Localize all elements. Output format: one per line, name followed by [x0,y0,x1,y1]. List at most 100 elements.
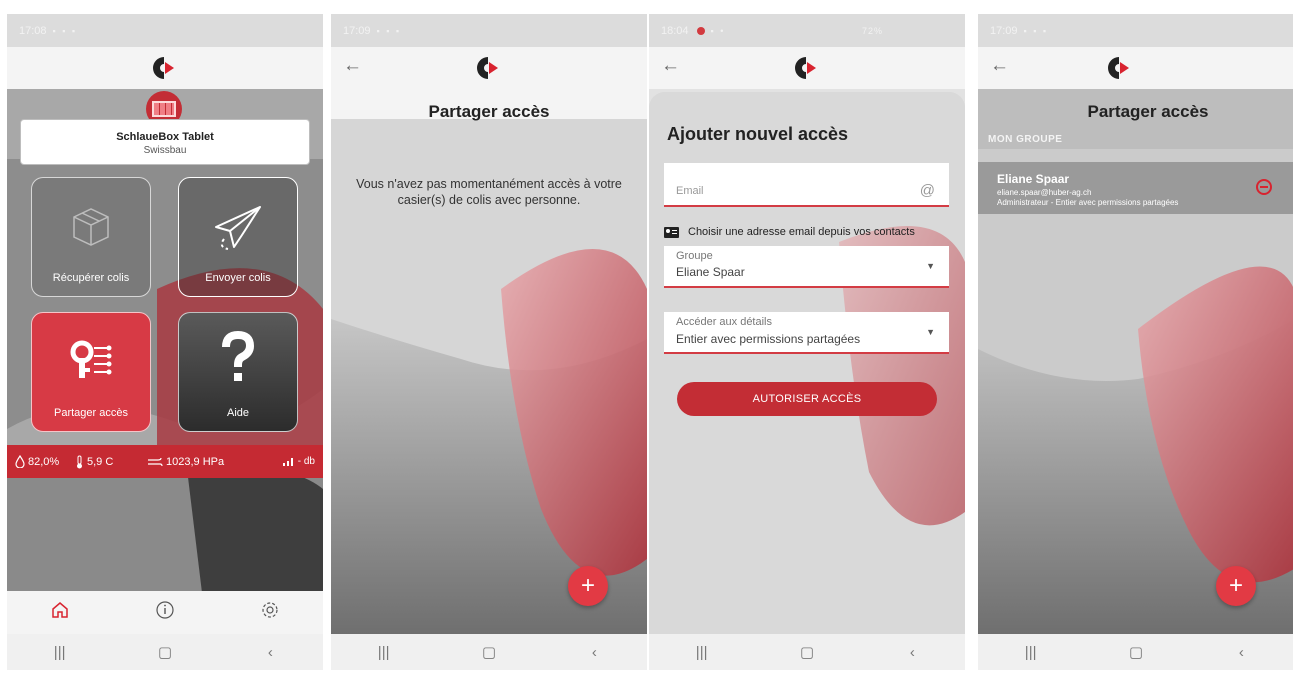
app-bar [7,47,323,89]
status-time: 17:08 [19,24,47,37]
tile-label: Aide [226,407,250,419]
box-card[interactable]: SchlaueBox Tablet Swissbau [20,119,310,165]
app-bar: ← [649,47,965,89]
notification-icons: ▪ • [710,25,726,36]
screen-home: 17:08 ▪ ▪ ▪ SchlaueBox Tablet Swissbau R… [7,14,323,670]
back-button[interactable]: ‹ [250,644,290,661]
home-icon[interactable] [40,600,80,626]
status-bar: 17:09 ▪ ▪ ▪ [331,14,647,47]
background-art [331,89,647,634]
status-time: 17:09 [990,24,1018,37]
temperature-value: 5,9 C [87,455,114,468]
choose-contact-label: Choisir une adresse email depuis vos con… [688,226,915,238]
add-access-sheet: Ajouter nouvel accès Email @ [649,92,965,634]
remove-member-icon[interactable] [1256,179,1272,195]
help-icon [222,331,255,381]
member-role: Administrateur - Entier avec permissions… [997,198,1179,207]
aide-tile[interactable]: Aide [178,312,298,432]
email-placeholder: Email [676,185,704,197]
envoyer-colis-tile[interactable]: Envoyer colis [178,177,298,297]
notification-dot-icon [696,26,705,35]
acces-label: Accéder aux détails [676,316,772,328]
notification-icons: ▪ ▪ ▪ [1023,25,1049,36]
bottom-nav [7,591,323,634]
tile-label: Récupérer colis [52,272,130,284]
autoriser-acces-button[interactable]: AUTORISER ACCÈS [677,382,937,416]
dropdown-arrow-icon: ▼ [926,327,935,337]
recuperer-colis-tile[interactable]: Récupérer colis [31,177,151,297]
acces-select[interactable]: Accéder aux détails Entier avec permissi… [664,312,949,354]
system-nav: ||| ▢ ‹ [331,634,647,670]
groupe-label: Groupe [676,250,713,262]
choose-contact-link[interactable]: Choisir une adresse email depuis vos con… [664,226,915,238]
status-time: 17:09 [343,24,371,37]
screen-share-empty: 17:09 ▪ ▪ ▪ ← Partager accès Vous n'avez… [331,14,647,670]
partager-acces-tile[interactable]: Partager accès [31,312,151,432]
app-logo-icon [477,57,498,79]
app-bar: ← [331,47,647,89]
notification-icons: ▪ ▪ ▪ [52,25,78,36]
back-button[interactable]: ‹ [892,644,932,661]
acces-value: Entier avec permissions partagées [676,332,861,346]
pressure-value: 1023,9 HPa [166,455,225,468]
sheet-title: Ajouter nouvel accès [667,124,849,144]
status-bar: 18:04 ▪ • 72% [649,14,965,47]
contact-card-icon [664,226,679,238]
back-arrow-icon[interactable]: ← [343,55,362,77]
home-button[interactable]: ▢ [145,643,185,661]
paper-plane-icon [215,206,261,250]
app-logo-icon [795,57,816,79]
member-row[interactable]: Eliane Spaar eliane.spaar@huber-ag.ch Ad… [978,162,1293,214]
add-access-button[interactable]: + [1216,566,1256,606]
home-button[interactable]: ▢ [469,643,509,661]
member-name: Eliane Spaar [997,172,1070,186]
status-bar: 17:08 ▪ ▪ ▪ [7,14,323,47]
back-arrow-icon[interactable]: ← [990,55,1009,77]
system-nav: ||| ▢ ‹ [7,634,323,670]
signal-icon [282,458,293,466]
back-button[interactable]: ‹ [1221,644,1261,661]
groupe-select[interactable]: Groupe Eliane Spaar ▼ [664,246,949,288]
app-bar: ← [978,47,1293,89]
tile-label: Envoyer colis [205,272,271,284]
battery-level: 72% [861,25,883,36]
back-button[interactable]: ‹ [574,644,614,661]
add-access-button[interactable]: + [568,566,608,606]
signal-reading: - db [282,456,315,467]
groupe-value: Eliane Spaar [676,265,745,279]
temperature-reading: 5,9 C [75,455,147,469]
home-button[interactable]: ▢ [787,643,827,661]
status-bar: 17:09 ▪ ▪ ▪ [978,14,1293,47]
system-nav: ||| ▢ ‹ [978,634,1293,670]
home-button[interactable]: ▢ [1116,643,1156,661]
drop-icon [15,455,25,468]
info-icon[interactable] [145,600,185,626]
plus-icon: + [580,572,595,599]
key-share-icon [70,340,112,378]
thermometer-icon [77,455,82,468]
humidity-value: 82,0% [28,455,60,468]
tile-label: Partager accès [54,407,128,419]
back-arrow-icon[interactable]: ← [661,55,680,77]
member-email: eliane.spaar@huber-ag.ch [997,188,1092,197]
plus-icon: + [1228,572,1243,599]
wind-icon [148,457,163,466]
recent-apps-button[interactable]: ||| [682,644,722,661]
email-field[interactable]: Email @ [664,163,949,207]
page-title: Partager accès [1087,102,1209,121]
recent-apps-button[interactable]: ||| [364,644,404,661]
status-time: 18:04 [661,24,689,37]
box-location: Swissbau [143,145,187,156]
pressure-reading: 1023,9 HPa [147,456,257,468]
recent-apps-button[interactable]: ||| [1011,644,1051,661]
recent-apps-button[interactable]: ||| [40,644,80,661]
settings-icon[interactable] [250,600,290,626]
empty-state-message: Vous n'avez pas momentanément accès à vo… [356,177,622,207]
humidity-reading: 82,0% [15,455,75,468]
screen-share-list: 17:09 ▪ ▪ ▪ ← Partager accès MON GROUPE … [978,14,1293,670]
signal-value: - db [297,456,315,467]
notification-icons: ▪ ▪ ▪ [376,25,402,36]
page-title: Partager accès [428,102,550,121]
dropdown-arrow-icon: ▼ [926,261,935,271]
at-icon: @ [919,182,935,199]
